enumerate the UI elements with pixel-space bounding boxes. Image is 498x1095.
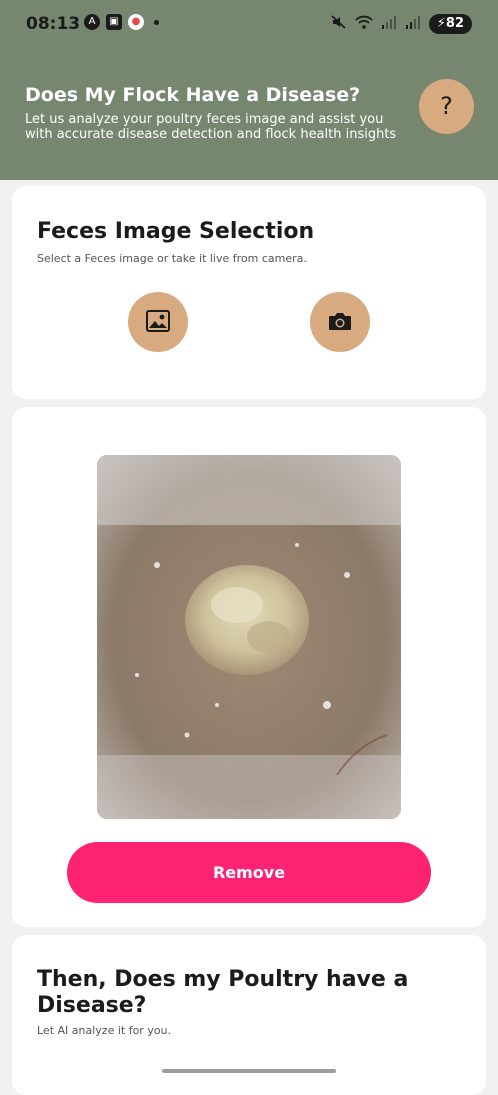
selection-title: Feces Image Selection [37,219,315,244]
status-icons-left: A ▣ ● [84,14,159,30]
camera-button[interactable] [310,292,370,352]
home-indicator[interactable] [162,1069,336,1073]
signal-icon [381,15,397,33]
status-time: 08:13 [26,14,81,34]
image-preview-card: Remove [12,407,486,927]
wifi-icon [355,14,373,34]
selection-subtitle: Select a Feces image or take it live fro… [37,252,307,265]
signal-icon-2 [405,15,421,33]
image-selection-card: Feces Image Selection Select a Feces ima… [12,186,486,399]
page-subtitle: Let us analyze your poultry feces image … [25,112,397,142]
app-header: 08:13 A ▣ ● ⚡82 Does My Flock Have a Dis… [0,0,498,180]
battery-level: 82 [445,16,464,31]
battery-indicator: ⚡82 [428,14,472,34]
remove-button[interactable]: Remove [67,842,431,903]
status-bar: 08:13 A ▣ ● ⚡82 [0,0,498,52]
page-title: Does My Flock Have a Disease? [25,84,361,106]
analyze-title: Then, Does my Poultry have a Disease? [37,967,409,1018]
a-icon: A [84,14,100,30]
more-notifications-dot-icon [154,19,159,25]
screenshot-icon: ▣ [106,14,122,30]
analyze-subtitle: Let AI analyze it for you. [37,1024,172,1037]
mute-icon [331,14,347,34]
status-icons-right: ⚡82 [331,14,472,34]
gallery-button[interactable] [128,292,188,352]
camera-icon [327,310,353,335]
feces-image-preview [97,455,401,819]
help-button[interactable]: ? [419,79,474,134]
notification-icon: ● [128,14,144,30]
gallery-icon [145,309,171,336]
